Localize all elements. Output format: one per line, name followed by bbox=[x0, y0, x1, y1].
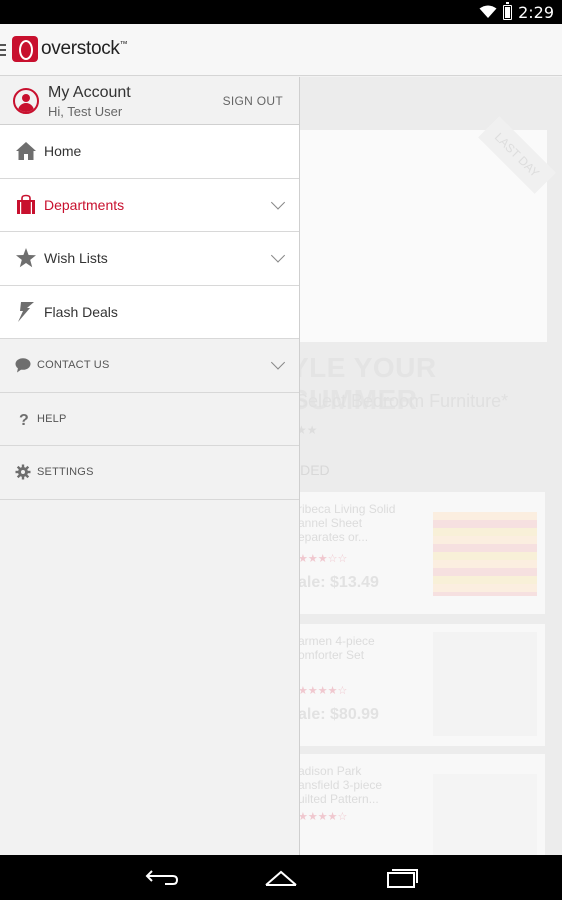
product-card: armen 4-piece omforter Set ★★★★☆ ale: $8… bbox=[290, 624, 545, 746]
chevron-down-icon[interactable] bbox=[270, 248, 286, 263]
product-title: ribeca Living Solid annel Sheet eparates… bbox=[298, 502, 396, 544]
battery-icon bbox=[503, 2, 513, 20]
drawer-item-wish-lists[interactable]: Wish Lists bbox=[0, 232, 299, 286]
drawer-item-label: Departments bbox=[44, 196, 125, 213]
wifi-icon bbox=[479, 5, 497, 18]
shopping-bag-icon bbox=[17, 194, 35, 214]
product-image bbox=[433, 632, 537, 736]
clock: 2:29 bbox=[518, 2, 554, 22]
account-title: My Account bbox=[48, 84, 131, 101]
status-bar: 2:29 bbox=[0, 0, 562, 24]
home-nav-icon[interactable] bbox=[263, 865, 299, 889]
rating-stars: ★★★★☆ bbox=[298, 811, 348, 823]
drawer-item-label: Home bbox=[44, 143, 82, 160]
user-icon bbox=[13, 88, 39, 114]
drawer-item-contact-us[interactable]: CONTACT US bbox=[0, 339, 299, 393]
overstock-logo-icon bbox=[12, 36, 38, 62]
drawer-item-home[interactable]: Home bbox=[0, 125, 299, 179]
app-logo[interactable]: overstock™ bbox=[12, 36, 128, 62]
chat-bubble-icon bbox=[15, 358, 31, 373]
rating-stars: ★★★★☆ bbox=[298, 685, 348, 697]
drawer-item-settings[interactable]: SETTINGS bbox=[0, 446, 299, 500]
menu-icon[interactable] bbox=[0, 44, 6, 56]
sign-out-button[interactable]: SIGN OUT bbox=[223, 94, 283, 108]
hero-ribbon: LAST DAY bbox=[478, 116, 556, 194]
navigation-drawer: My Account Hi, Test User SIGN OUT Home D… bbox=[0, 77, 300, 855]
drawer-item-label: Wish Lists bbox=[44, 250, 108, 267]
lightning-icon bbox=[18, 301, 34, 322]
drawer-item-label: CONTACT US bbox=[37, 359, 110, 372]
action-bar: overstock™ bbox=[0, 24, 562, 76]
product-image bbox=[433, 774, 537, 855]
product-image bbox=[433, 512, 537, 596]
drawer-item-departments[interactable]: Departments bbox=[0, 178, 299, 232]
product-card: ribeca Living Solid annel Sheet eparates… bbox=[290, 492, 545, 614]
product-title: armen 4-piece omforter Set bbox=[298, 634, 375, 662]
drawer-item-help[interactable]: ? HELP bbox=[0, 392, 299, 446]
product-title: adison Park ansfield 3-piece uilted Patt… bbox=[298, 764, 383, 806]
back-icon[interactable] bbox=[143, 865, 179, 889]
hero-subheadline: Select Bedroom Furniture* bbox=[296, 391, 509, 411]
product-card: adison Park ansfield 3-piece uilted Patt… bbox=[290, 754, 545, 855]
svg-text:?: ? bbox=[19, 412, 29, 427]
account-header[interactable]: My Account Hi, Test User SIGN OUT bbox=[0, 77, 299, 125]
recents-icon[interactable] bbox=[384, 865, 420, 889]
product-price: ale: $80.99 bbox=[298, 706, 379, 723]
system-nav-bar bbox=[0, 855, 562, 900]
chevron-down-icon[interactable] bbox=[270, 195, 286, 210]
account-greeting: Hi, Test User bbox=[48, 104, 123, 119]
drawer-item-label: HELP bbox=[37, 412, 67, 425]
gear-icon bbox=[15, 464, 31, 480]
rating-stars: ★★★☆☆ bbox=[298, 553, 348, 565]
drawer-item-label: SETTINGS bbox=[37, 466, 94, 479]
drawer-item-label: Flash Deals bbox=[44, 303, 118, 320]
home-icon bbox=[16, 142, 36, 161]
chevron-down-icon[interactable] bbox=[270, 355, 286, 370]
product-price: ale: $13.49 bbox=[298, 574, 379, 591]
logo-text: overstock™ bbox=[41, 38, 128, 59]
star-icon bbox=[16, 248, 36, 268]
drawer-item-flash-deals[interactable]: Flash Deals bbox=[0, 285, 299, 339]
question-mark-icon: ? bbox=[19, 412, 29, 427]
